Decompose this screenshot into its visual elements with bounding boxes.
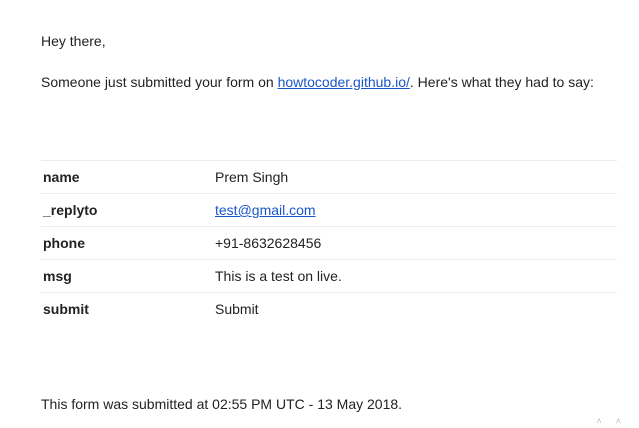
- intro-suffix: . Here's what they had to say:: [409, 74, 594, 90]
- greeting-text: Hey there,: [41, 33, 106, 49]
- field-key-phone: phone: [41, 226, 215, 260]
- table-row: phone +91-8632628456: [41, 226, 617, 260]
- intro-prefix: Someone just submitted your form on: [41, 74, 278, 90]
- field-value-msg: This is a test on live.: [215, 259, 617, 293]
- table-row: submit Submit: [41, 292, 617, 325]
- field-value-phone: +91-8632628456: [215, 226, 617, 260]
- field-value-replyto: test@gmail.com: [215, 193, 617, 227]
- field-key-replyto: _replyto: [41, 193, 215, 227]
- field-value-submit: Submit: [215, 292, 617, 325]
- submission-table: name Prem Singh _replyto test@gmail.com …: [41, 160, 617, 325]
- resize-grip-icon: ˄˄: [596, 416, 635, 426]
- submitted-timestamp-text: This form was submitted at 02:55 PM UTC …: [41, 396, 403, 412]
- field-key-submit: submit: [41, 292, 215, 325]
- table-row: msg This is a test on live.: [41, 259, 617, 293]
- field-value-name: Prem Singh: [215, 160, 617, 194]
- intro-text: Someone just submitted your form on howt…: [41, 73, 594, 91]
- replyto-email-link[interactable]: test@gmail.com: [215, 202, 316, 218]
- field-key-name: name: [41, 160, 215, 194]
- table-row: name Prem Singh: [41, 160, 617, 194]
- field-key-msg: msg: [41, 259, 215, 293]
- table-row: _replyto test@gmail.com: [41, 193, 617, 227]
- site-link[interactable]: howtocoder.github.io/: [278, 74, 410, 90]
